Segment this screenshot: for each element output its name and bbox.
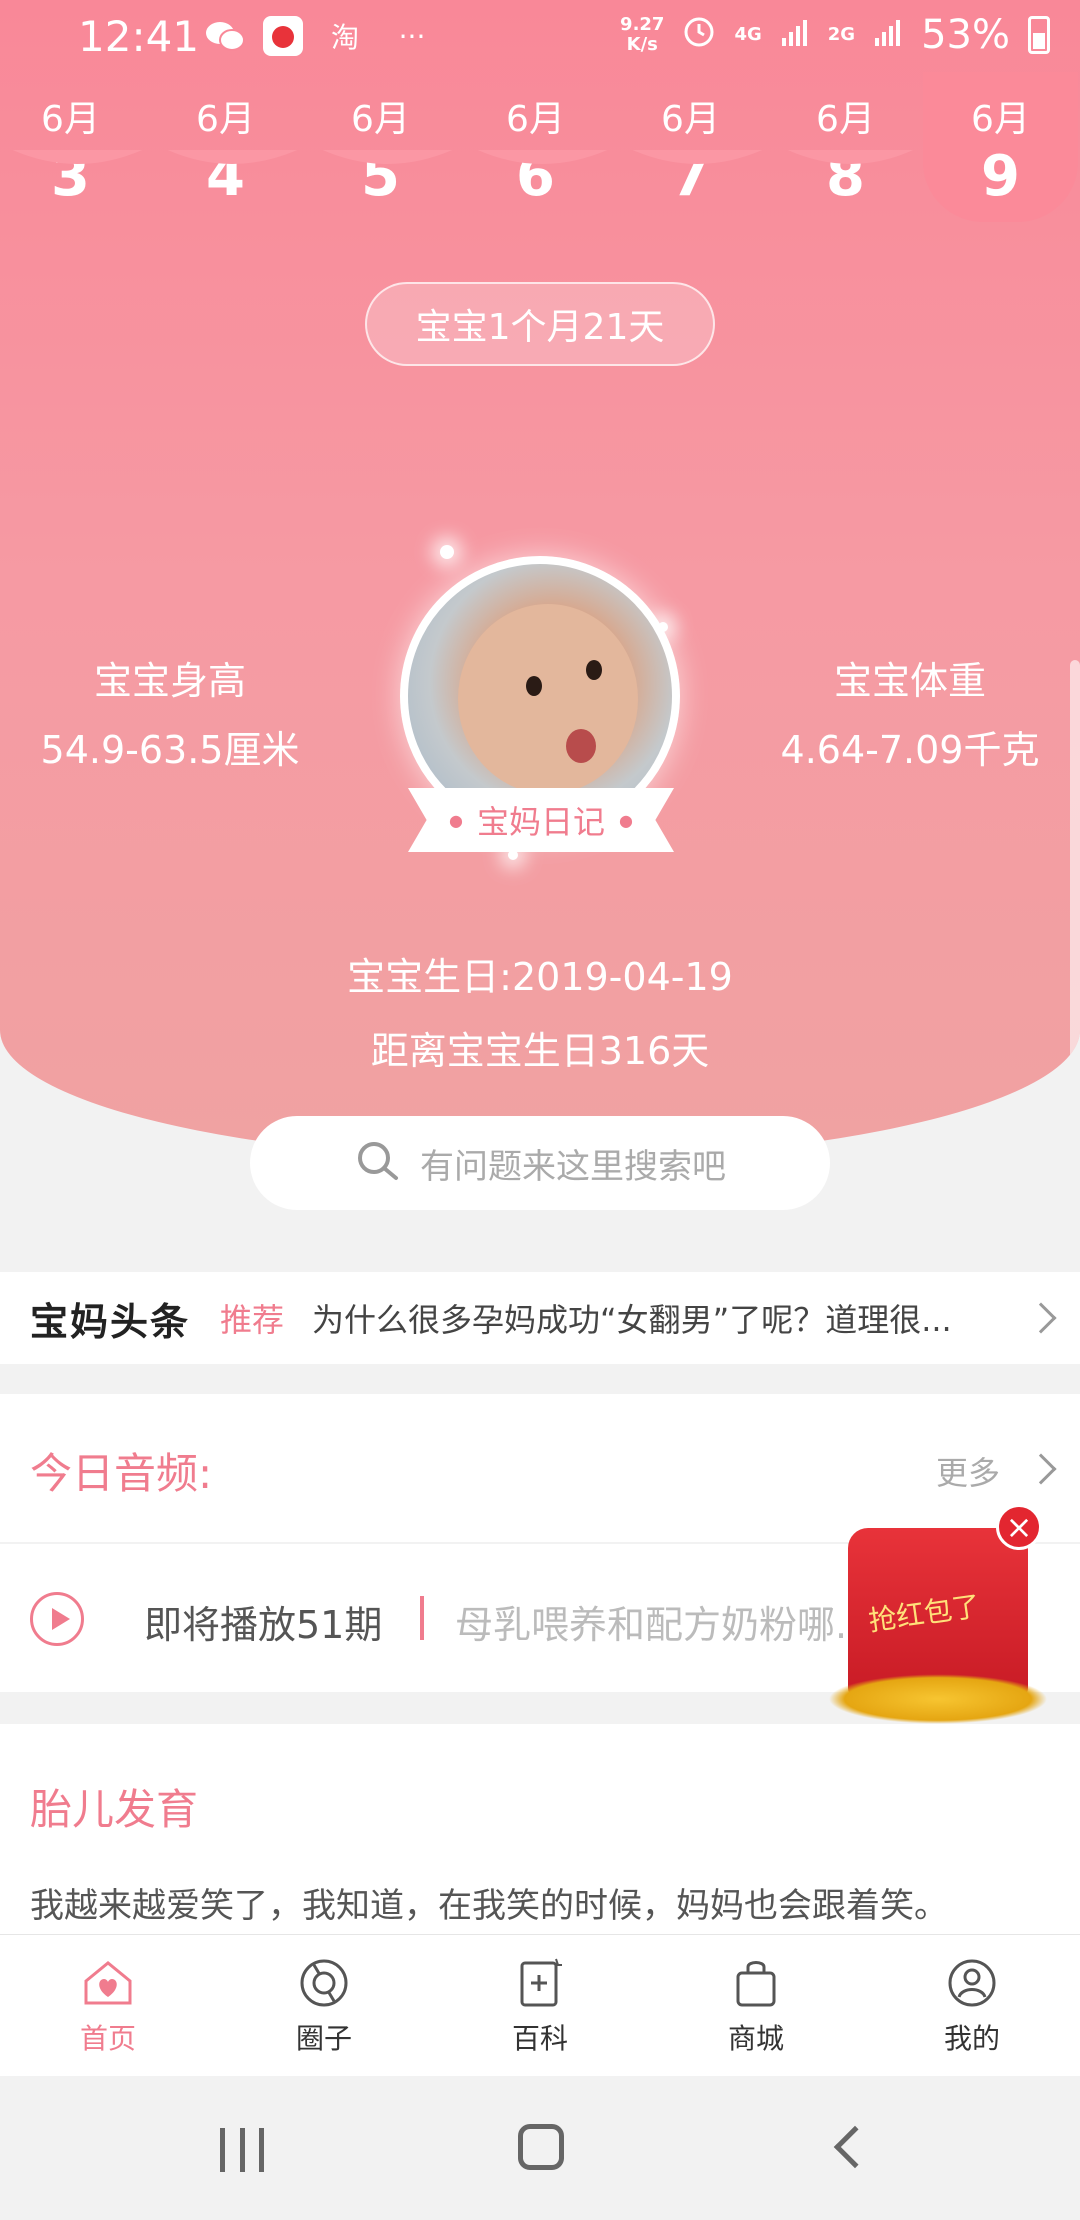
red-envelope-icon[interactable]: 抢红包了 bbox=[848, 1528, 1028, 1698]
date-strip-scallop bbox=[12, 150, 913, 164]
tab-home[interactable]: 首页 bbox=[0, 1935, 216, 2076]
status-right: 9.27 K/s 4G 2G 53% bbox=[620, 12, 1050, 58]
status-bar: 12:41 淘 ··· 9.27 K/s 4G 2G 53% bbox=[0, 0, 1080, 72]
net-speed: 9.27 K/s bbox=[620, 14, 665, 55]
circle-community-icon bbox=[300, 1959, 348, 2007]
play-icon[interactable] bbox=[30, 1592, 84, 1646]
tab-mall[interactable]: 商城 bbox=[648, 1935, 864, 2076]
chevron-right-icon bbox=[1025, 1453, 1057, 1485]
hero-header: 12:41 淘 ··· 9.27 K/s 4G 2G 53% 6月 3 6月 4… bbox=[0, 0, 1080, 1160]
close-icon[interactable]: × bbox=[996, 1504, 1042, 1550]
battery-icon bbox=[1028, 16, 1050, 54]
audio-more-link[interactable]: 更多 bbox=[936, 1448, 1000, 1494]
profile-icon bbox=[948, 1959, 996, 2007]
tab-circle[interactable]: 圈子 bbox=[216, 1935, 432, 2076]
audio-title: 今日音频: bbox=[30, 1449, 213, 1498]
more-notifications-icon: ··· bbox=[398, 19, 426, 53]
shopping-bag-icon bbox=[736, 1961, 776, 2007]
app-icon bbox=[263, 16, 303, 56]
search-bar[interactable]: 有问题来这里搜索吧 bbox=[250, 1116, 830, 1210]
gold-coins-icon bbox=[828, 1674, 1048, 1724]
wechat-icon bbox=[205, 16, 245, 56]
red-packet-popup[interactable]: 抢红包了 × bbox=[828, 1504, 1048, 1744]
status-time: 12:41 bbox=[78, 12, 200, 61]
headline-brand: 宝妈头条 bbox=[30, 1299, 191, 1344]
search-placeholder: 有问题来这里搜索吧 bbox=[420, 1146, 726, 1187]
encyclopedia-icon bbox=[520, 1958, 562, 2007]
signal-4g-label: 4G bbox=[734, 24, 762, 45]
height-stat: 宝宝身高 54.9-63.5厘米 bbox=[40, 659, 300, 772]
signal-2g-label: 2G bbox=[827, 24, 856, 45]
tab-mine[interactable]: 我的 bbox=[864, 1935, 1080, 2076]
birthday-countdown: 距离宝宝生日316天 bbox=[370, 1029, 710, 1073]
signal-icon bbox=[780, 12, 810, 58]
battery-percent: 53% bbox=[921, 12, 1010, 58]
audio-episode: 即将播放51期 bbox=[144, 1603, 383, 1647]
system-navigation-bar bbox=[0, 2076, 1080, 2220]
headline-strip[interactable]: 宝妈头条 推荐 为什么很多孕妈成功“女翻男”了呢？道理很... bbox=[0, 1272, 1080, 1364]
tab-encyclopedia[interactable]: 百科 bbox=[432, 1935, 648, 2076]
taobao-icon: 淘 bbox=[330, 21, 359, 54]
home-button[interactable] bbox=[518, 2124, 564, 2170]
fetal-text: 我越来越爱笑了，我知道，在我笑的时候，妈妈也会跟着笑。 bbox=[30, 1886, 948, 1926]
search-icon bbox=[358, 1142, 398, 1180]
baby-age-badge: 宝宝1个月21天 bbox=[365, 282, 715, 366]
bottom-tab-bar: 首页 圈子 百科 商城 我的 bbox=[0, 1934, 1080, 2076]
signal-icon-2 bbox=[873, 12, 903, 58]
weight-stat: 宝宝体重 4.64-7.09千克 bbox=[780, 659, 1040, 772]
fetal-development-section[interactable]: 胎儿发育 我越来越爱笑了，我知道，在我笑的时候，妈妈也会跟着笑。 bbox=[0, 1724, 1080, 1934]
side-scroll-indicator bbox=[1070, 660, 1080, 1080]
back-button[interactable] bbox=[833, 2125, 877, 2169]
fetal-title: 胎儿发育 bbox=[30, 1785, 199, 1834]
alarm-icon bbox=[682, 12, 716, 58]
chevron-right-icon bbox=[1025, 1302, 1057, 1334]
divider bbox=[420, 1596, 424, 1640]
recent-apps-button[interactable] bbox=[220, 2128, 264, 2172]
headline-tag: 推荐 bbox=[220, 1301, 285, 1339]
diary-button[interactable]: ● 宝妈日记 ● bbox=[408, 788, 674, 852]
birthday-text: 宝宝生日:2019-04-19 bbox=[347, 955, 733, 999]
headline-text[interactable]: 为什么很多孕妈成功“女翻男”了呢？道理很... bbox=[312, 1295, 1002, 1341]
audio-name: 母乳喂养和配方奶粉哪... bbox=[455, 1603, 872, 1647]
home-heart-icon bbox=[84, 1961, 132, 2005]
